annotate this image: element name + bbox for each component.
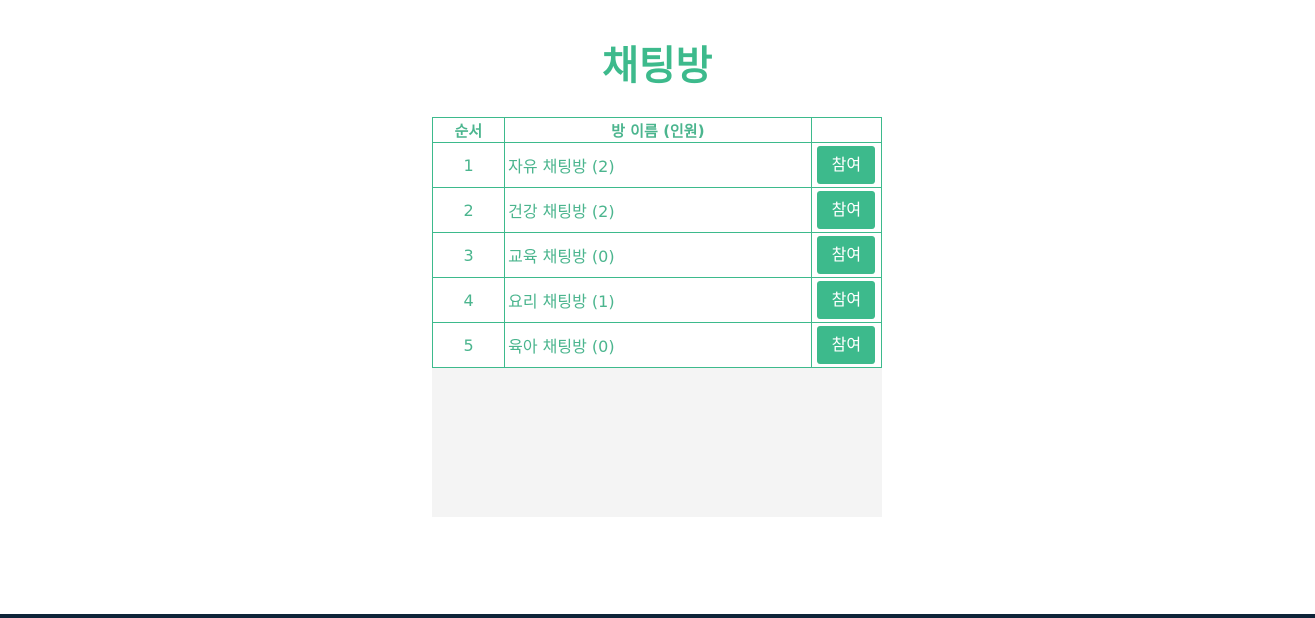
join-button[interactable]: 참여 xyxy=(817,236,876,274)
table-row: 1 자유 채팅방 (2) 참여 xyxy=(431,142,883,188)
header-order: 순서 xyxy=(431,117,506,143)
table-row: 2 건강 채팅방 (2) 참여 xyxy=(431,187,883,233)
join-button[interactable]: 참여 xyxy=(817,191,876,229)
row-action-cell: 참여 xyxy=(810,232,883,278)
footer-bar xyxy=(0,614,1315,618)
row-room-name: 육아 채팅방 (0) xyxy=(504,322,812,368)
row-action-cell: 참여 xyxy=(810,277,883,323)
row-room-name: 요리 채팅방 (1) xyxy=(504,277,812,323)
row-order: 1 xyxy=(431,142,506,188)
row-room-name: 교육 채팅방 (0) xyxy=(504,232,812,278)
table-row: 4 요리 채팅방 (1) 참여 xyxy=(431,277,883,323)
row-action-cell: 참여 xyxy=(810,322,883,368)
table-row: 3 교육 채팅방 (0) 참여 xyxy=(431,232,883,278)
header-action xyxy=(810,117,883,143)
row-order: 3 xyxy=(431,232,506,278)
row-order: 5 xyxy=(431,322,506,368)
join-button[interactable]: 참여 xyxy=(817,281,876,319)
row-action-cell: 참여 xyxy=(810,142,883,188)
table-row: 5 육아 채팅방 (0) 참여 xyxy=(431,322,883,368)
join-button[interactable]: 참여 xyxy=(817,146,876,184)
join-button[interactable]: 참여 xyxy=(817,326,876,364)
table-header-row: 순서 방 이름 (인원) xyxy=(431,117,883,143)
header-room-name: 방 이름 (인원) xyxy=(504,117,812,143)
chat-panel xyxy=(432,368,882,517)
row-room-name: 자유 채팅방 (2) xyxy=(504,142,812,188)
page: 채팅방 순서 방 이름 (인원) 1 자유 채팅방 (2) 참여 2 건강 채팅… xyxy=(0,0,1315,618)
chat-room-table: 순서 방 이름 (인원) 1 자유 채팅방 (2) 참여 2 건강 채팅방 (2… xyxy=(431,117,883,368)
row-order: 2 xyxy=(431,187,506,233)
row-order: 4 xyxy=(431,277,506,323)
row-action-cell: 참여 xyxy=(810,187,883,233)
page-title: 채팅방 xyxy=(602,43,713,89)
row-room-name: 건강 채팅방 (2) xyxy=(504,187,812,233)
